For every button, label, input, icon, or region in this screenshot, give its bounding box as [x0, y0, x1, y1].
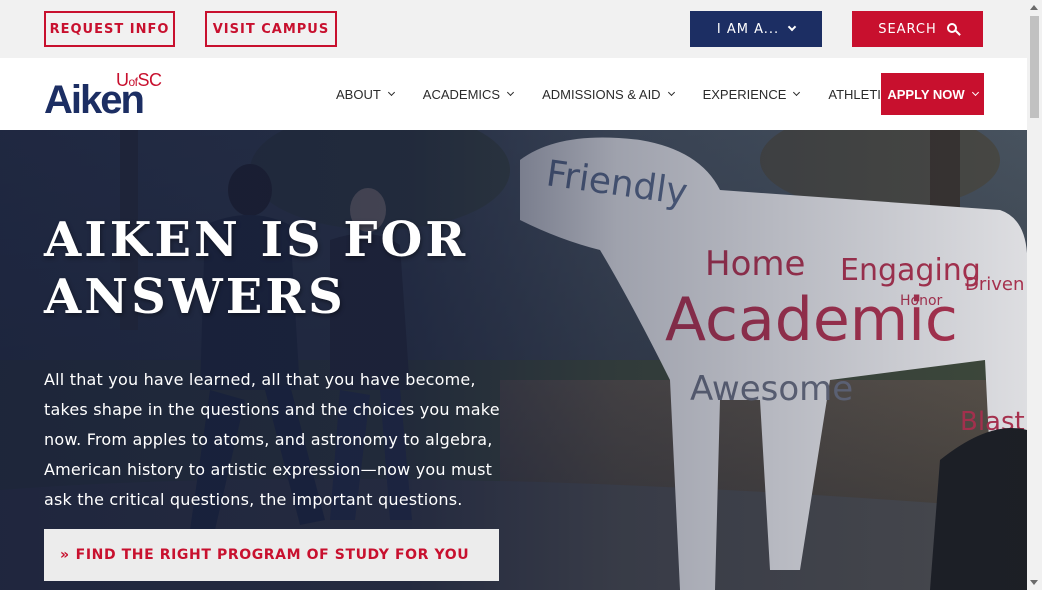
- chevron-down-icon: [387, 88, 395, 96]
- nav-item-about[interactable]: ABOUT: [336, 86, 395, 102]
- nav-item-label: ADMISSIONS & AID: [542, 86, 661, 102]
- nav-item-label: ABOUT: [336, 86, 381, 102]
- scrollbar-thumb[interactable]: [1030, 16, 1039, 118]
- scroll-up-arrow-icon[interactable]: [1030, 5, 1038, 10]
- utility-bar: REQUEST INFO VISIT CAMPUS I AM A... SEAR…: [0, 0, 1027, 58]
- search-label: SEARCH: [878, 21, 937, 37]
- nav-item-experience[interactable]: EXPERIENCE: [702, 86, 801, 102]
- apply-now-label: APPLY NOW: [887, 86, 965, 102]
- i-am-a-label: I AM A...: [716, 21, 780, 37]
- search-icon: [946, 23, 957, 33]
- find-program-button[interactable]: » FIND THE RIGHT PROGRAM OF STUDY FOR YO…: [44, 529, 499, 581]
- apply-now-button[interactable]: APPLY NOW: [881, 73, 984, 115]
- main-nav: UofSC Aiken ABOUT ACADEMICS ADMISSIONS &…: [0, 58, 1027, 130]
- usc-aiken-logo[interactable]: UofSC Aiken: [44, 70, 184, 120]
- request-info-button[interactable]: REQUEST INFO: [44, 11, 175, 47]
- chevron-down-icon: [971, 88, 979, 96]
- chevron-down-icon: [667, 88, 675, 96]
- visit-campus-label: VISIT CAMPUS: [212, 21, 330, 37]
- chevron-down-icon: [787, 22, 797, 32]
- nav-item-admissions-aid[interactable]: ADMISSIONS & AID: [542, 86, 675, 102]
- nav-item-academics[interactable]: ACADEMICS: [422, 86, 515, 102]
- hero-body-text: All that you have learned, all that you …: [44, 370, 500, 509]
- hero-title: AIKEN IS FOR ANSWERS: [44, 212, 469, 325]
- hero-overlay: [0, 130, 1027, 590]
- chevron-down-icon: [793, 88, 801, 96]
- search-button[interactable]: SEARCH: [852, 11, 983, 47]
- nav-item-label: EXPERIENCE: [702, 86, 787, 102]
- nav-menu: ABOUT ACADEMICS ADMISSIONS & AID EXPERIE…: [336, 58, 928, 130]
- i-am-a-dropdown[interactable]: I AM A...: [690, 11, 822, 47]
- nav-item-label: ACADEMICS: [422, 86, 501, 102]
- scrollbar[interactable]: [1027, 0, 1042, 590]
- scroll-down-arrow-icon[interactable]: [1030, 580, 1038, 585]
- find-program-label: FIND THE RIGHT PROGRAM OF STUDY FOR YOU: [75, 547, 470, 563]
- double-chevron-right-icon: »: [60, 547, 70, 563]
- chevron-down-icon: [507, 88, 515, 96]
- hero-banner: Friendly Home Engaging Academic Awesome …: [0, 130, 1027, 590]
- visit-campus-button[interactable]: VISIT CAMPUS: [205, 11, 337, 47]
- logo-aiken-text: Aiken: [44, 78, 145, 122]
- request-info-label: REQUEST INFO: [49, 21, 170, 37]
